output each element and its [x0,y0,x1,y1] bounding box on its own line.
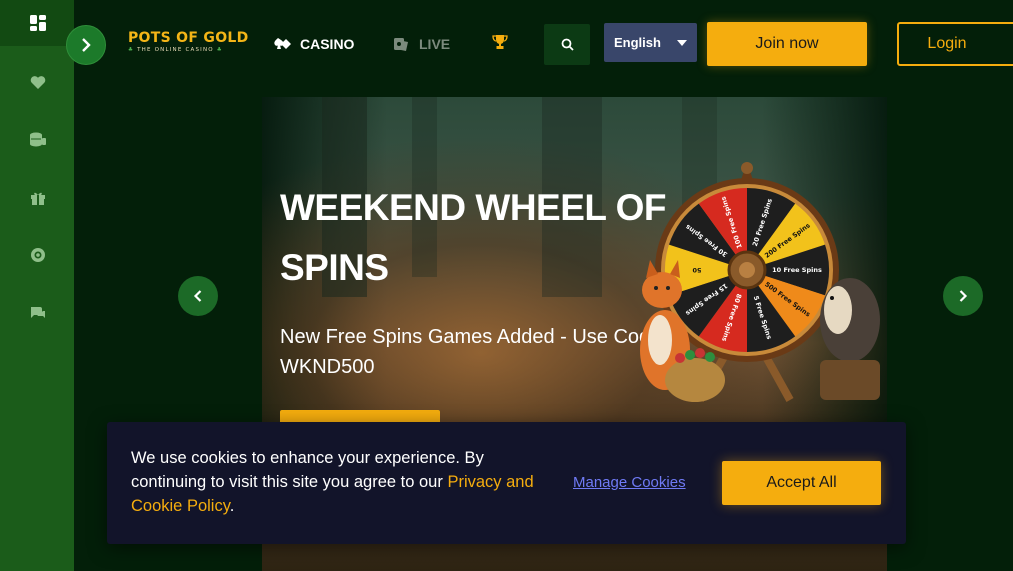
nav-casino[interactable]: CASINO [272,34,354,54]
accept-all-button[interactable]: Accept All [722,461,881,505]
chevron-left-icon [193,290,202,302]
cookie-message: We use cookies to enhance your experienc… [131,449,534,515]
coins-icon[interactable] [26,127,50,151]
carousel-next-button[interactable] [943,276,983,316]
carousel-prev-button[interactable] [178,276,218,316]
chevron-down-icon [677,40,687,46]
search-icon [561,38,574,51]
wheel-segment-label: 50 [692,266,702,274]
cards-icon [274,38,291,49]
language-selected: English [614,35,661,50]
login-button[interactable]: Login [897,22,1013,66]
cookie-consent-banner: We use cookies to enhance your experienc… [107,422,906,544]
heart-icon[interactable] [26,70,50,94]
logo[interactable]: POTS OF GOLD ♣ THE ONLINE CASINO ♣ [128,30,249,58]
search-button[interactable] [544,24,590,65]
vip-icon[interactable] [26,243,50,267]
logo-main-text: POTS OF GOLD [128,30,249,46]
sidebar [0,0,74,571]
hedgehog-illustration [820,278,880,400]
nav-live-label: LIVE [419,36,451,52]
manage-cookies-link[interactable]: Manage Cookies [573,474,686,491]
language-select[interactable]: English [604,23,697,62]
grid-icon[interactable] [26,11,50,35]
nav-live[interactable]: LIVE [393,34,450,54]
chevron-right-icon [82,38,91,52]
clover-icon: ♣ [128,47,138,53]
chevron-right-icon [959,290,968,302]
nav-casino-label: CASINO [300,36,355,52]
trophy-icon[interactable] [492,34,510,52]
gift-icon[interactable] [26,186,50,210]
join-now-button[interactable]: Join now [707,22,867,66]
sidebar-toggle-button[interactable] [66,25,106,65]
wheel-of-spins-image: 20 Free Spins 200 Free Spins 10 Free Spins… [620,160,890,410]
wheel-segment-label: 10 Free Spins [772,266,822,274]
chat-icon[interactable] [26,301,50,325]
logo-tagline: ♣ THE ONLINE CASINO ♣ [128,47,223,53]
live-dealer-icon [394,38,408,51]
